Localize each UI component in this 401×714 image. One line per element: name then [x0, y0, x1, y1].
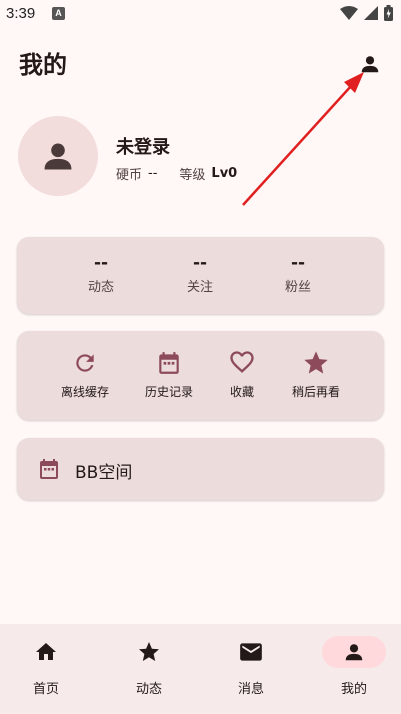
- status-icons: [340, 5, 393, 21]
- avatar[interactable]: [18, 116, 98, 196]
- bottom-nav: 首页 动态 消息 我的: [0, 624, 401, 714]
- stat-count: --: [290, 253, 306, 273]
- coin-value: --: [148, 166, 158, 181]
- level-value: Lv0: [211, 166, 238, 181]
- watch-later-button[interactable]: 稍后再看: [274, 349, 358, 400]
- notification-icon: A: [52, 7, 65, 20]
- mail-icon: [240, 643, 262, 661]
- nav-home[interactable]: 首页: [0, 636, 96, 697]
- nav-me[interactable]: 我的: [304, 636, 401, 697]
- coin-label: 硬币: [116, 168, 143, 183]
- stat-following[interactable]: -- 关注: [160, 253, 240, 295]
- stat-label: 粉丝: [284, 280, 311, 295]
- user-meta: 硬币 -- 等级 Lv0: [116, 164, 237, 183]
- favorites-button[interactable]: 收藏: [200, 349, 284, 400]
- person-icon: [345, 644, 363, 661]
- nav-label: 动态: [135, 682, 162, 697]
- battery-icon: [384, 5, 393, 21]
- star-icon: [139, 642, 159, 661]
- page-title: 我的: [19, 51, 67, 79]
- calendar-icon: [159, 352, 179, 374]
- nav-label: 首页: [32, 682, 59, 697]
- refresh-icon: [76, 354, 94, 372]
- nav-label: 我的: [340, 682, 367, 697]
- offline-cache-button[interactable]: 离线缓存: [43, 349, 127, 400]
- stats-card: -- 动态 -- 关注 -- 粉丝: [17, 237, 384, 314]
- calendar-icon: [37, 457, 61, 485]
- signal-icon: [364, 6, 378, 20]
- bb-space-card[interactable]: BB空间: [17, 438, 384, 500]
- quick-label: 历史记录: [144, 385, 193, 399]
- nav-messages[interactable]: 消息: [201, 636, 301, 697]
- stat-dynamics[interactable]: -- 动态: [61, 253, 141, 295]
- quick-label: 稍后再看: [291, 385, 340, 399]
- quick-label: 收藏: [229, 385, 254, 399]
- bb-space-label: BB空间: [75, 463, 133, 483]
- stat-count: --: [93, 253, 109, 273]
- status-time: 3:39: [6, 5, 36, 22]
- nav-dynamics[interactable]: 动态: [99, 636, 199, 697]
- account-button[interactable]: [354, 48, 386, 80]
- history-button[interactable]: 历史记录: [127, 349, 211, 400]
- home-icon: [36, 643, 56, 660]
- stat-followers[interactable]: -- 粉丝: [258, 253, 338, 295]
- heart-icon: [230, 351, 254, 373]
- status-bar: 3:39 A: [0, 0, 401, 28]
- quick-label: 离线缓存: [60, 385, 109, 399]
- level-label: 等级: [179, 168, 206, 183]
- star-icon: [304, 351, 328, 374]
- wifi-icon: [340, 6, 358, 20]
- stat-count: --: [192, 253, 208, 273]
- stat-label: 关注: [186, 280, 213, 295]
- stat-label: 动态: [87, 280, 114, 295]
- person-icon: [361, 56, 379, 73]
- username[interactable]: 未登录: [116, 133, 170, 159]
- person-icon: [44, 143, 72, 170]
- quick-actions-card: 离线缓存 历史记录 收藏 稍后再看: [17, 331, 384, 420]
- nav-label: 消息: [237, 682, 264, 697]
